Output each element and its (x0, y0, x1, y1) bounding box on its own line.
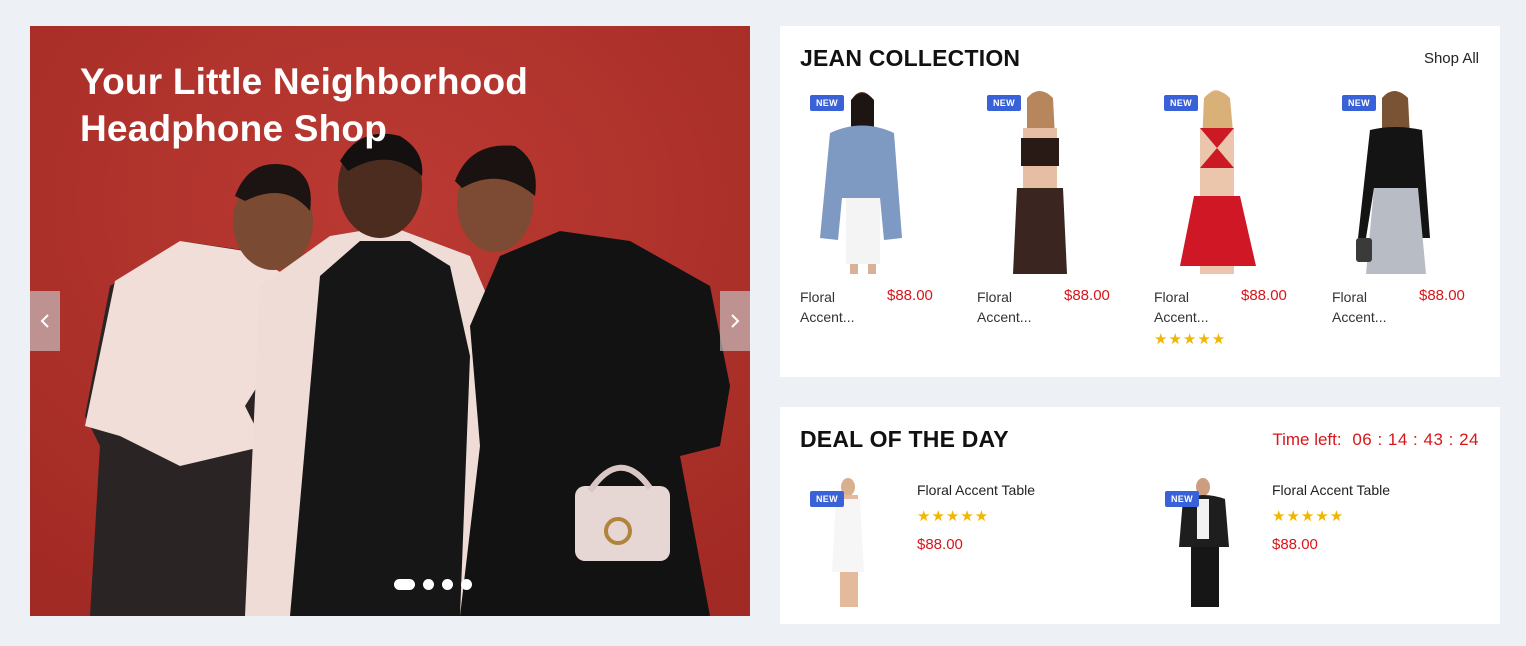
new-badge: NEW (1342, 95, 1376, 111)
hero-title: Your Little Neighborhood Headphone Shop (80, 61, 529, 149)
product-name[interactable]: Floral Accent... (800, 287, 870, 327)
product-name[interactable]: Floral Accent... (1332, 287, 1402, 327)
deal-item[interactable]: NEW Floral Accent Table ★★★★★ $88.00 (1135, 469, 1465, 609)
product-price: $88.00 (917, 536, 963, 553)
product-name[interactable]: Floral Accent Table (1272, 482, 1390, 498)
chevron-right-icon (731, 314, 740, 328)
product-rating: ★★★★★ (1154, 331, 1227, 348)
slider-dot-2[interactable] (423, 579, 434, 590)
product-price: $88.00 (1419, 287, 1465, 304)
product-image (790, 88, 920, 274)
product-price: $88.00 (1241, 287, 1287, 304)
slider-dots (394, 579, 472, 590)
jean-collection-panel: JEAN COLLECTION Shop All NEW Floral Acce… (780, 26, 1500, 377)
product-image (967, 88, 1097, 274)
product-image (1144, 88, 1274, 274)
new-badge: NEW (810, 491, 844, 507)
slider-next-button[interactable] (720, 291, 750, 351)
slider-dot-4[interactable] (461, 579, 472, 590)
product-price: $88.00 (887, 287, 933, 304)
section-title: JEAN COLLECTION (800, 45, 1021, 71)
new-badge: NEW (987, 95, 1021, 111)
hero-slider[interactable]: Your Little Neighborhood Headphone Shop (30, 26, 750, 616)
slider-dot-3[interactable] (442, 579, 453, 590)
slider-dot-1[interactable] (394, 579, 415, 590)
shop-all-link[interactable]: Shop All (1424, 50, 1479, 67)
product-card[interactable]: NEW Floral Accent... $88.00 (780, 88, 940, 358)
new-badge: NEW (1165, 491, 1199, 507)
product-name[interactable]: Floral Accent... (977, 287, 1047, 327)
product-rating: ★★★★★ (1272, 508, 1345, 525)
timer-value: 06 : 14 : 43 : 24 (1352, 430, 1479, 449)
product-price: $88.00 (1064, 287, 1110, 304)
countdown-timer: Time left: 06 : 14 : 43 : 24 (1272, 430, 1479, 450)
slider-prev-button[interactable] (30, 291, 60, 351)
product-name[interactable]: Floral Accent... (1154, 287, 1224, 327)
deal-of-the-day-panel: DEAL OF THE DAY Time left: 06 : 14 : 43 … (780, 407, 1500, 624)
product-card[interactable]: NEW Floral Accent... $88.00 ★★★★★ (1134, 88, 1294, 358)
product-card[interactable]: NEW Floral Accent... $88.00 (957, 88, 1117, 358)
deal-item[interactable]: NEW Floral Accent Table ★★★★★ $88.00 (780, 469, 1110, 609)
chevron-left-icon (40, 314, 49, 328)
product-rating: ★★★★★ (917, 508, 990, 525)
timer-label: Time left: (1272, 430, 1342, 449)
product-card[interactable]: NEW Floral Accent... $88.00 (1312, 88, 1472, 358)
product-name[interactable]: Floral Accent Table (917, 482, 1035, 498)
new-badge: NEW (1164, 95, 1198, 111)
section-title: DEAL OF THE DAY (800, 426, 1009, 452)
product-image (1322, 88, 1452, 274)
new-badge: NEW (810, 95, 844, 111)
product-price: $88.00 (1272, 536, 1318, 553)
